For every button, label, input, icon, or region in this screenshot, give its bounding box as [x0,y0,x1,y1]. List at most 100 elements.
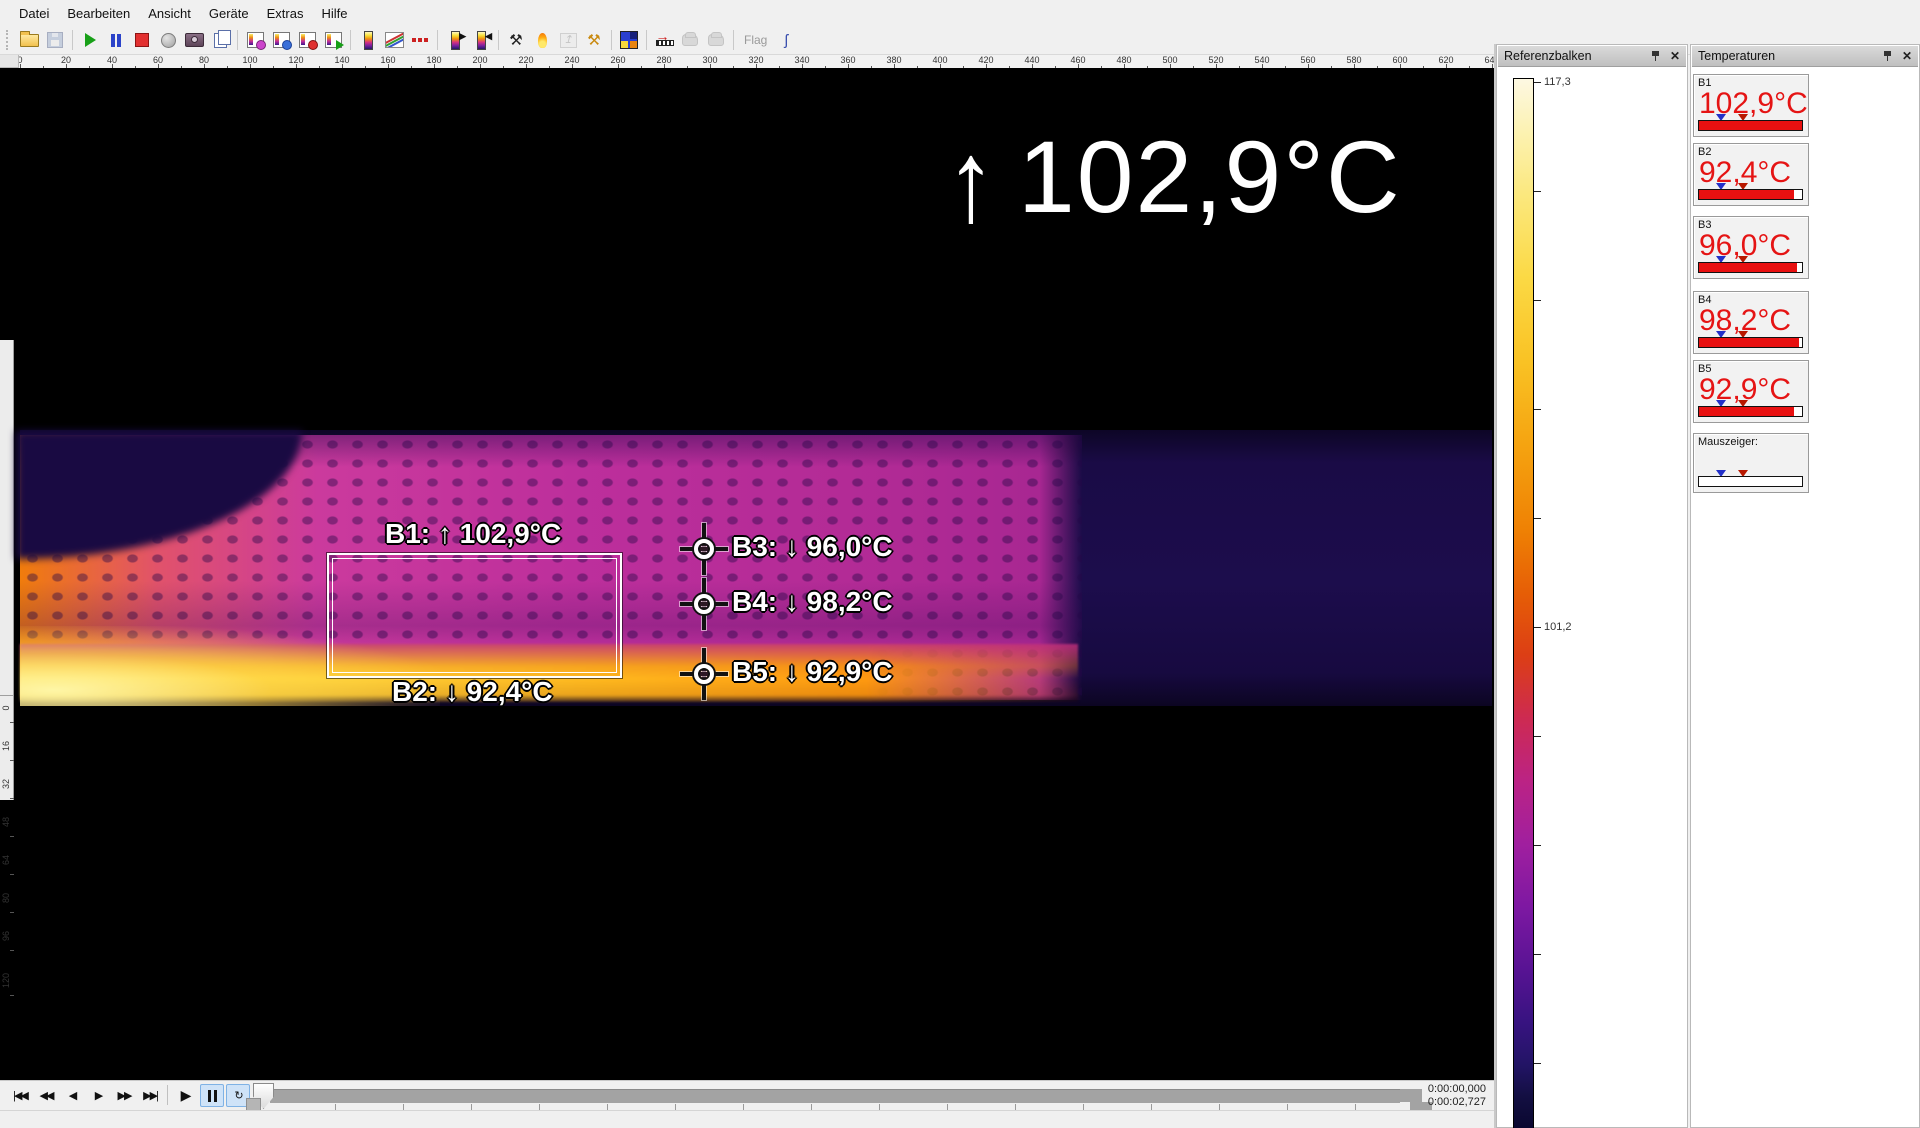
menu-bar: DateiBearbeitenAnsichtGeräteExtrasHilfe [0,0,1920,26]
skip-start-button[interactable]: |◀◀ [8,1084,32,1107]
temperatures-panel-header: Temperaturen ✕ [1692,46,1918,67]
ruler-label: 0 [1,701,11,715]
point-label-b3: B3: ↓ 96,0°C [732,531,893,563]
toolbar-separator [498,30,499,50]
pin-icon[interactable] [1650,50,1662,62]
pan-hand-icon [678,28,702,52]
tools-palette-icon[interactable]: ⚒ [582,28,606,52]
crosshair-icon [694,594,714,614]
skip-end-button[interactable]: ▶▶| [138,1084,162,1107]
thermal-canvas[interactable]: 0163248648096120 B1: ↑ 102,9°C B2: ↓ 92,… [0,68,1494,1080]
ruler-label: 64 [1,853,11,867]
horizontal-ruler: 0204060801001201401601802002202402602803… [0,55,1494,69]
snapshot-camera-icon[interactable] [182,28,206,52]
close-icon[interactable]: ✕ [1670,49,1680,63]
image-play-icon[interactable] [321,28,345,52]
copy-icon[interactable] [208,28,232,52]
probe-range-bar [1698,120,1803,131]
pin-icon[interactable] [1882,50,1894,62]
ruler-label: 80 [1,891,11,905]
step-forward-button[interactable]: ▶ [86,1084,110,1107]
ruler-label: 32 [1,777,11,791]
pan-hand-alt-icon [704,28,728,52]
reference-color-bar[interactable] [1513,78,1534,1128]
colorbar-tick [1534,191,1541,192]
menu-item-hilfe[interactable]: Hilfe [312,3,356,24]
colorbar-tick [1534,1063,1541,1064]
menu-item-datei[interactable]: Datei [10,3,58,24]
roi-label-b2: B2: ↓ 92,4°C [392,676,553,708]
ruler-tick [10,760,14,761]
point-label-b5: B5: ↓ 92,9°C [732,656,893,688]
measure-distance-icon[interactable] [652,28,676,52]
toolbar-separator [646,30,647,50]
colorbar-tick [1534,518,1541,519]
max-spot-value: 102,9°C [1018,124,1402,231]
image-record-icon[interactable] [295,28,319,52]
probe-box-b4: B498,2°C [1693,291,1809,354]
probe-box-b3: B396,0°C [1693,216,1809,279]
timeline-times: 0:00:00,000 0:00:02,727 [1428,1083,1486,1109]
colorbar-tick-label: 117,3 [1544,76,1571,88]
playback-bar: |◀◀◀◀◀▶▶▶▶▶|▶↻·–· 0:00:00,000 0:00:02,72… [0,1080,1494,1110]
flame-correction-icon[interactable] [530,28,554,52]
probe-range-bar [1698,189,1803,200]
mouse-pointer-box: Mauszeiger: [1693,433,1809,493]
play-icon[interactable] [78,28,102,52]
flag-button[interactable]: Flag [738,33,773,47]
palette-shift-center-icon[interactable]: ◀ [469,28,493,52]
time-position: 0:00:00,000 [1428,1083,1486,1096]
ruler-tick [10,874,14,875]
probe-box-b2: B292,4°C [1693,143,1809,206]
thermal-image[interactable]: B1: ↑ 102,9°C B2: ↓ 92,4°C B3: ↓ 96,0°CB… [20,430,1492,706]
measure-dashes-icon[interactable] [408,28,432,52]
vertical-ruler: 0163248648096120 [0,340,14,800]
fast-forward-button[interactable]: ▶▶ [112,1084,136,1107]
temperatures-panel-title: Temperaturen [1698,49,1882,63]
menu-item-geräte[interactable]: Geräte [200,3,258,24]
mouse-pointer-label: Mauszeiger: [1698,436,1758,448]
fast-rewind-button[interactable]: ◀◀ [34,1084,58,1107]
tools-icon[interactable]: ⚒ [504,28,528,52]
toolbar-separator [350,30,351,50]
menu-item-ansicht[interactable]: Ansicht [139,3,200,24]
playbar-separator [167,1085,168,1105]
menu-item-bearbeiten[interactable]: Bearbeiten [58,3,139,24]
image-arrow-icon[interactable] [269,28,293,52]
timeline-track[interactable] [270,1089,1400,1103]
toolbar-separator [237,30,238,50]
open-file-icon[interactable] [17,28,41,52]
ruler-tick [10,798,14,799]
point-label-b4: B4: ↓ 98,2°C [732,586,893,618]
toolbar-grip[interactable] [6,30,12,50]
pause-button[interactable] [200,1084,224,1107]
menu-item-extras[interactable]: Extras [258,3,313,24]
ruler-tick [10,995,14,996]
reference-bar-panel: Referenzbalken ✕ 117,3101,2 [1496,44,1688,1128]
record-icon[interactable] [156,28,180,52]
toolbar-separator [72,30,73,50]
pause-icon[interactable] [104,28,128,52]
brace-icon[interactable]: ʃ [774,28,798,52]
time-length: 0:00:02,727 [1428,1096,1486,1109]
probe-range-bar [1698,337,1803,348]
ruler-tick [10,836,14,837]
palette-shift-right-icon[interactable]: ▶ [443,28,467,52]
step-back-button[interactable]: ◀ [60,1084,84,1107]
stop-icon[interactable] [130,28,154,52]
colorbar-tick [1534,736,1541,737]
close-icon[interactable]: ✕ [1902,49,1912,63]
palette-bar-icon[interactable] [356,28,380,52]
profile-curves-icon[interactable] [382,28,406,52]
probe-box-b5: B592,9°C [1693,360,1809,423]
roi-rectangle[interactable] [327,553,622,678]
colorbar-tick [1534,409,1541,410]
ruler-tick [10,722,14,723]
image-palette-icon[interactable] [243,28,267,52]
mosaic-view-icon[interactable] [617,28,641,52]
colorbar-tick [1534,627,1541,628]
play-button[interactable]: ▶ [174,1084,198,1107]
toolbar-separator [611,30,612,50]
probe-range-bar [1698,406,1803,417]
ruler-tick [10,912,14,913]
